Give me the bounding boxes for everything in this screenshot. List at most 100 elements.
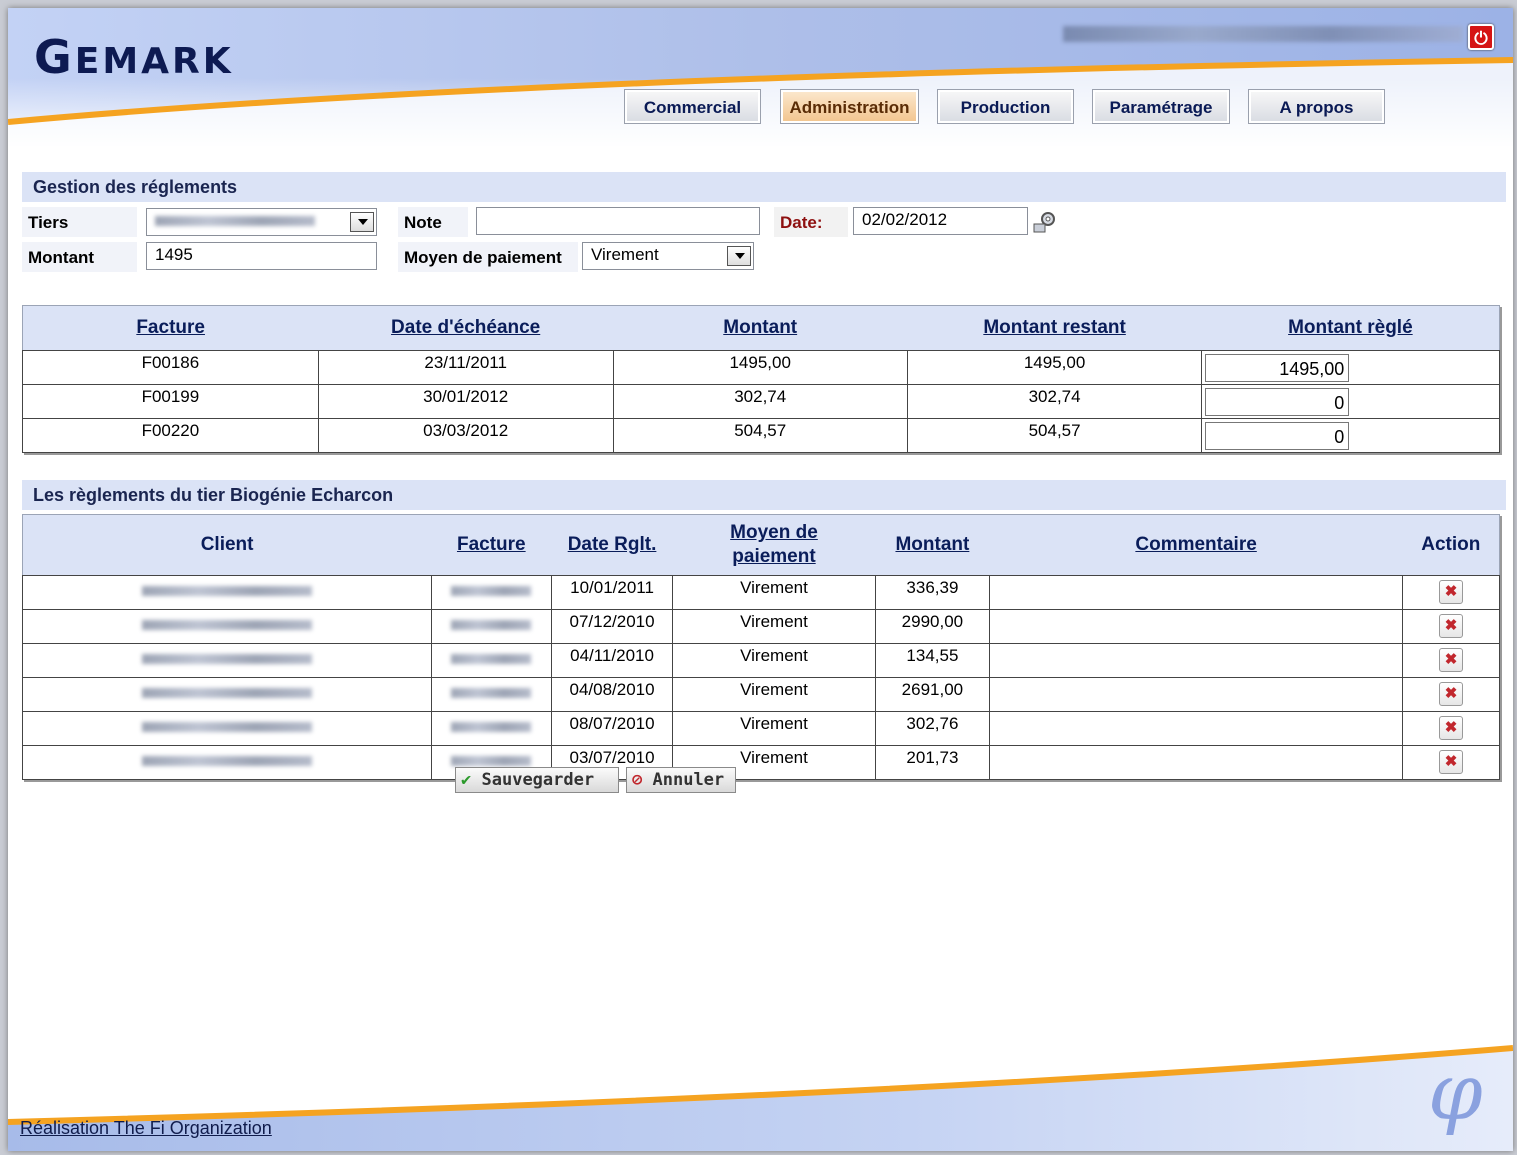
delete-icon[interactable]: ✖ [1439,716,1464,740]
cell-moyen: Virement [672,677,876,712]
cell-action: ✖ [1402,609,1500,644]
col-montant-restant[interactable]: Montant restant [907,305,1202,351]
delete-icon[interactable]: ✖ [1439,580,1464,604]
delete-icon[interactable]: ✖ [1439,614,1464,638]
montant-regle-input[interactable]: 0 [1205,388,1350,416]
cell-action: ✖ [1402,745,1500,780]
header: GEMARK ⏻ Commercial Administration Produ… [8,8,1513,148]
cell-echeance: 30/01/2012 [317,384,614,419]
cancel-button[interactable]: ⊘ Annuler [626,767,736,793]
table-row: 04/11/2010 Virement 134,55 ✖ [22,643,1500,678]
power-icon[interactable]: ⏻ [1468,24,1494,50]
moyen-paiement-label: Moyen de paiement [398,242,578,272]
cell-echeance: 23/11/2011 [317,350,614,385]
cell-commentaire [989,575,1404,610]
col-date-rglt[interactable]: Date Rglt. [551,514,673,576]
cell-action: ✖ [1402,575,1500,610]
cell-facture: F00186 [22,350,319,385]
note-input[interactable] [476,207,760,235]
tab-commercial[interactable]: Commercial [624,89,761,124]
cell-montant: 2990,00 [874,609,991,644]
col-montant-regle[interactable]: Montant règlé [1201,305,1500,351]
invoice-table: Facture Date d'échéance Montant Montant … [22,305,1500,453]
note-label: Note [398,207,468,237]
cell-commentaire [989,745,1404,780]
col-commentaire[interactable]: Commentaire [989,514,1403,576]
cell-moyen: Virement [672,575,876,610]
delete-icon[interactable]: ✖ [1439,648,1464,672]
date-input[interactable]: 02/02/2012 [853,207,1028,235]
cell-client [22,711,432,746]
cell-client [22,575,432,610]
table-row: 07/12/2010 Virement 2990,00 ✖ [22,609,1500,644]
chevron-down-icon[interactable] [350,212,374,232]
cell-facture [430,711,552,746]
moyen-paiement-select[interactable]: Virement [582,242,754,270]
app-window: GEMARK ⏻ Commercial Administration Produ… [8,8,1513,1151]
table-row: 10/01/2011 Virement 336,39 ✖ [22,575,1500,610]
col-facture[interactable]: Facture [431,514,552,576]
col-montant[interactable]: Montant [875,514,990,576]
save-button[interactable]: ✔ Sauvegarder [455,767,619,793]
montant-input[interactable]: 1495 [146,242,377,270]
tab-production[interactable]: Production [937,89,1074,124]
cell-facture: F00199 [22,384,319,419]
cancel-icon: ⊘ [632,770,643,790]
col-facture[interactable]: Facture [22,305,319,351]
cell-montant: 504,57 [612,418,908,453]
date-label: Date: [774,207,848,237]
organization-logo: φ [1428,1048,1483,1138]
cell-action: ✖ [1402,711,1500,746]
cell-montant: 336,39 [874,575,991,610]
tiers-label: Tiers [22,207,137,237]
cell-commentaire [989,677,1404,712]
cell-client [22,643,432,678]
history-table: Client Facture Date Rglt. Moyen de paieme… [22,514,1500,780]
cell-facture [430,643,552,678]
calendar-icon[interactable] [1031,211,1057,235]
cell-date: 04/08/2010 [550,677,674,712]
tab-a-propos[interactable]: A propos [1248,89,1385,124]
col-date-echeance[interactable]: Date d'échéance [318,305,614,351]
chevron-down-icon[interactable] [727,246,751,266]
col-moyen-paiement[interactable]: Moyen de paiement [672,514,876,576]
tiers-select[interactable] [146,208,377,236]
montant-regle-input[interactable]: 0 [1205,422,1350,450]
cell-echeance: 03/03/2012 [317,418,614,453]
cell-facture: F00220 [22,418,319,453]
montant-label: Montant [22,242,137,272]
footer-credits-link[interactable]: Réalisation The Fi Organization [20,1118,272,1139]
col-client: Client [22,514,432,576]
table-row: 03/07/2010 Virement 201,73 ✖ [22,745,1500,780]
cell-client [22,609,432,644]
save-label: Sauvegarder [481,770,595,790]
cell-montant: 134,55 [874,643,991,678]
cell-restant: 1495,00 [906,350,1203,385]
delete-icon[interactable]: ✖ [1439,682,1464,706]
table-row: F00186 23/11/2011 1495,00 1495,00 1495,0… [22,350,1500,385]
table-row: 04/08/2010 Virement 2691,00 ✖ [22,677,1500,712]
cell-client [22,745,432,780]
app-logo: GEMARK [34,30,234,84]
tab-administration[interactable]: Administration [780,89,919,124]
invoice-header-row: Facture Date d'échéance Montant Montant … [22,305,1500,351]
col-moyen-line1: Moyen de [730,522,818,543]
moyen-paiement-value: Virement [591,245,659,264]
col-montant[interactable]: Montant [613,305,908,351]
tab-parametrage[interactable]: Paramétrage [1092,89,1230,124]
cell-montant: 201,73 [874,745,991,780]
cell-moyen: Virement [672,643,876,678]
check-icon: ✔ [461,770,472,790]
cell-regle: 0 [1201,418,1500,453]
cell-montant: 1495,00 [612,350,908,385]
cancel-label: Annuler [652,770,725,790]
section-title-reglements: Gestion des réglements [22,172,1506,202]
col-moyen-line2: paiement [732,546,816,567]
table-row: 08/07/2010 Virement 302,76 ✖ [22,711,1500,746]
delete-icon[interactable]: ✖ [1439,750,1464,774]
table-row: F00199 30/01/2012 302,74 302,74 0 [22,384,1500,419]
cell-date: 04/11/2010 [550,643,674,678]
montant-regle-input[interactable]: 1495,00 [1205,354,1350,382]
user-info [1063,26,1463,42]
cell-facture [430,677,552,712]
